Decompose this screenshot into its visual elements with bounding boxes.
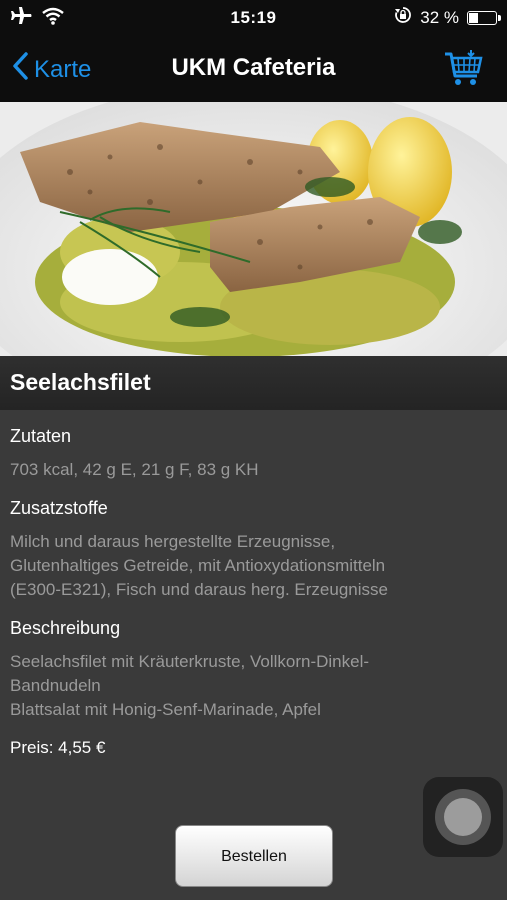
description-line: Seelachsfilet mit Kräuterkruste, Vollkor… [10, 652, 370, 671]
order-button[interactable]: Bestellen [175, 825, 333, 887]
battery-icon [467, 10, 501, 25]
description-line: Bandnudeln [10, 676, 101, 695]
description-heading: Beschreibung [10, 618, 121, 638]
additives-line: (E300-E321), Fisch und daraus herg. Erze… [10, 580, 388, 599]
assistive-touch-button[interactable] [423, 777, 503, 857]
description-line: Blattsalat mit Honig-Senf-Marinade, Apfe… [10, 700, 321, 719]
dish-photo [0, 102, 507, 356]
additives-line: Glutenhaltiges Getreide, mit Antioxydati… [10, 556, 386, 575]
dish-name: Seelachsfilet [10, 369, 151, 395]
description-text: Seelachsfilet mit Kräuterkruste, Vollkor… [10, 650, 500, 722]
status-bar: 15:19 32 % [0, 0, 507, 36]
page-title: UKM Cafeteria [171, 54, 336, 81]
rotation-lock-icon [394, 6, 412, 29]
dish-details: Zutaten 703 kcal, 42 g E, 21 g F, 83 g K… [10, 410, 500, 760]
price: Preis: 4,55 € [10, 738, 106, 757]
battery-percent: 32 % [420, 7, 459, 27]
dish-title-band: Seelachsfilet [0, 356, 507, 410]
nav-bar: Karte UKM Cafeteria [0, 36, 507, 102]
shopping-cart-icon[interactable] [443, 48, 483, 93]
ingredients-heading: Zutaten [10, 426, 72, 446]
assistive-touch-dot [444, 798, 482, 836]
battery-fill [469, 12, 478, 23]
ingredients-text: 703 kcal, 42 g E, 21 g F, 83 g KH [10, 460, 259, 479]
additives-heading: Zusatzstoffe [10, 498, 108, 518]
additives-text: Milch und daraus hergestellte Erzeugniss… [10, 530, 500, 602]
additives-line: Milch und daraus hergestellte Erzeugniss… [10, 532, 336, 551]
